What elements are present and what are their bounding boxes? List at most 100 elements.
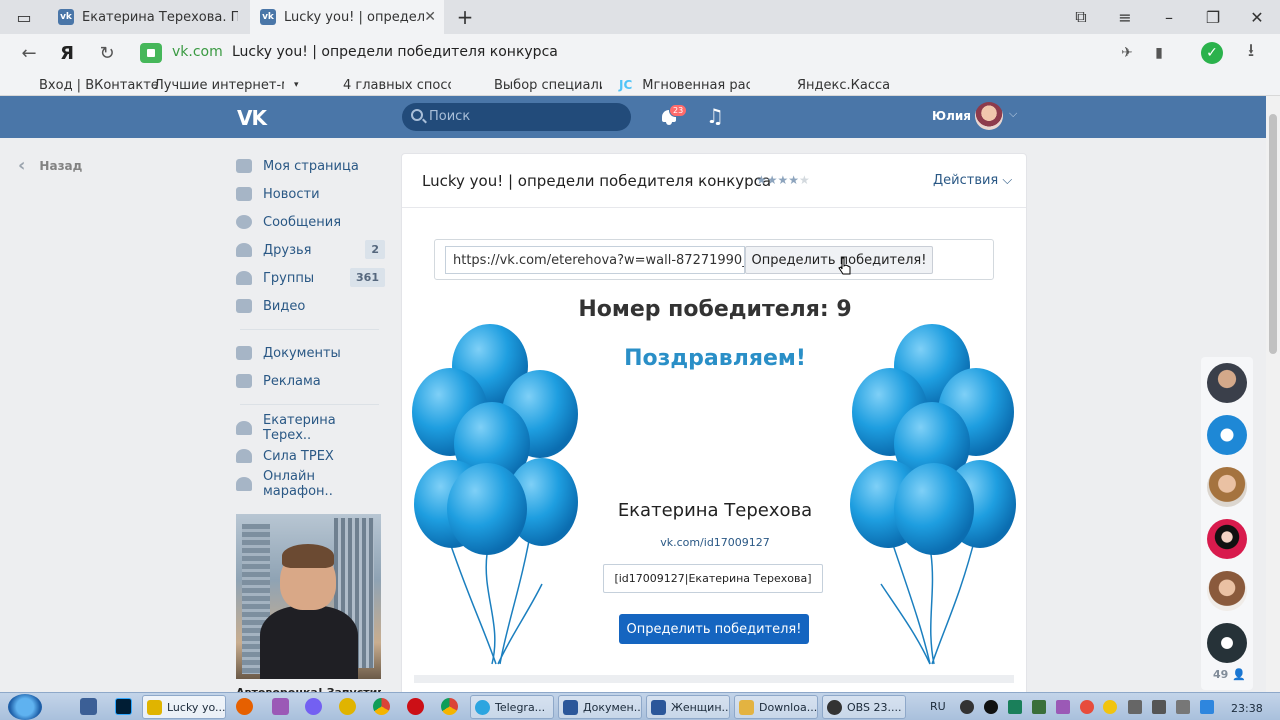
bookmark-vk-login[interactable]: Вход | ВКонтакте (13, 76, 159, 94)
chrome-icon[interactable] (441, 698, 458, 715)
yandex-icon[interactable] (339, 698, 356, 715)
vk-icon (13, 78, 27, 92)
dock-avatar[interactable] (1207, 623, 1247, 663)
network-icon[interactable] (1176, 700, 1190, 714)
clock[interactable]: 23:38 (1231, 702, 1263, 715)
turbo-icon[interactable]: ✈ (1116, 42, 1138, 64)
bookmarks-bar: Вход | ВКонтакте Лучшие интернет-мага▾ 4… (0, 72, 1280, 96)
menu-item-ads[interactable]: Реклама (232, 367, 387, 395)
dock-avatar[interactable] (1207, 467, 1247, 507)
minimize-icon[interactable]: – (1158, 6, 1180, 28)
taskbar-window-documents[interactable]: Докумен... (558, 695, 642, 719)
new-tab-icon[interactable]: + (454, 5, 476, 29)
menu-item-community-2[interactable]: Сила ТРЕХ (232, 442, 387, 470)
taskbar-window-women[interactable]: Женщин... (646, 695, 730, 719)
taskbar-window-telegram[interactable]: Telegra... (470, 695, 554, 719)
tray-icon[interactable] (984, 700, 998, 714)
taskbar-window-downloads[interactable]: Downloa... (734, 695, 818, 719)
restore-icon[interactable]: ❐ (1202, 6, 1224, 28)
lock-icon[interactable] (140, 43, 162, 63)
scrollbar-thumb[interactable] (1269, 114, 1277, 354)
protect-check-icon[interactable]: ✓ (1201, 42, 1223, 64)
photoshop-icon[interactable] (115, 698, 132, 715)
back-label: Назад (39, 158, 83, 173)
user-name[interactable]: Юлия (932, 109, 971, 123)
vk-favicon-icon: vk (58, 9, 74, 25)
menu-item-messages[interactable]: Сообщения (232, 208, 387, 236)
start-button[interactable] (8, 694, 42, 720)
close-window-icon[interactable]: ✕ (1246, 6, 1268, 28)
menu-icon[interactable]: ≡ (1114, 6, 1136, 28)
dock-avatar[interactable] (1207, 363, 1247, 403)
dock-avatar[interactable] (1207, 415, 1247, 455)
winner-mention-field[interactable]: [id17009127|Екатерина Терехова] (603, 564, 823, 593)
messages-icon (236, 215, 252, 229)
flag-icon[interactable] (1152, 700, 1166, 714)
bookmark-icon[interactable]: ▮ (1148, 42, 1170, 64)
vk-logo[interactable]: VK (237, 106, 267, 130)
music-icon[interactable]: ♫ (706, 104, 724, 128)
chevron-down-icon[interactable]: ⌵ (1009, 107, 1017, 121)
url-domain[interactable]: vk.com (172, 44, 223, 60)
post-url-input[interactable]: https://vk.com/eterehova?w=wall-87271990… (445, 246, 745, 274)
tray-icon[interactable] (1008, 700, 1022, 714)
language-indicator[interactable]: RU (930, 700, 946, 713)
menu-item-video[interactable]: Видео (232, 292, 387, 320)
actions-dropdown[interactable]: Действия ⌵ (933, 173, 1012, 188)
save-icon[interactable] (80, 698, 97, 715)
tab-lucky-you[interactable]: vk Lucky you! | определи победителя конк… (250, 0, 444, 34)
reload-icon[interactable]: ↻ (96, 42, 118, 64)
opera-icon[interactable] (407, 698, 424, 715)
collections-icon[interactable]: ⧉ (1070, 6, 1092, 28)
menu-item-my-page[interactable]: Моя страница (232, 152, 387, 180)
tray-icon[interactable] (960, 700, 974, 714)
viber-icon[interactable] (305, 698, 322, 715)
menu-item-groups[interactable]: Группы 361 (232, 264, 387, 292)
back-link[interactable]: ‹ Назад (18, 155, 82, 176)
page-scrollbar[interactable] (1266, 96, 1280, 692)
taskbar-window-yandex[interactable]: Lucky yo... (142, 695, 226, 719)
downloads-icon[interactable]: ⭳ (1240, 40, 1262, 64)
yandex-logo-icon[interactable]: Я (56, 42, 78, 64)
promo-image[interactable] (236, 514, 381, 679)
pick-winner-blue-button[interactable]: Определить победителя! (619, 614, 809, 644)
menu-item-community-1[interactable]: Екатерина Терех.. (232, 413, 387, 443)
search-input[interactable]: Поиск (402, 103, 631, 131)
bookmark-instant-mailing[interactable]: JCМгновенная рассылка (619, 76, 750, 94)
chrome-icon[interactable] (373, 698, 390, 715)
telegram-icon (475, 700, 490, 715)
tray-icon[interactable] (1128, 700, 1142, 714)
volume-icon[interactable] (1200, 700, 1214, 714)
url-page-title[interactable]: Lucky you! | определи победителя конкурс… (232, 44, 558, 60)
menu-item-news[interactable]: Новости (232, 180, 387, 208)
back-arrow-icon[interactable]: ← (18, 42, 40, 64)
tab-ekaterina[interactable]: vk Екатерина Терехова. Путь (48, 0, 248, 34)
menu-item-friends[interactable]: Друзья 2 (232, 236, 387, 264)
bookmark-best-shops[interactable]: Лучшие интернет-мага▾ (154, 76, 299, 94)
tray-icon[interactable] (1032, 700, 1046, 714)
firefox-icon[interactable] (236, 698, 253, 715)
bookmark-4-ways[interactable]: 4 главных способа (317, 76, 451, 94)
sidebar-toggle-icon[interactable]: ▭ (13, 6, 35, 28)
tray-icon[interactable] (1080, 700, 1094, 714)
dock-avatar[interactable] (1207, 571, 1247, 611)
avatar[interactable] (975, 102, 1003, 130)
winner-number: Номер победителя: 9 (578, 297, 852, 322)
menu-item-community-3[interactable]: Онлайн марафон.. (232, 469, 387, 499)
folder-icon (739, 700, 754, 715)
hand-cursor-icon (838, 257, 851, 275)
balloons-left-image (412, 324, 578, 665)
menu-item-documents[interactable]: Документы (232, 339, 387, 367)
pen-icon[interactable] (272, 698, 289, 715)
community-icon (236, 421, 252, 435)
balloons-right-image (850, 324, 1016, 665)
bookmark-choose-specialist[interactable]: Выбор специалиста (468, 76, 602, 94)
tray-icon[interactable] (1056, 700, 1070, 714)
tray-icon[interactable] (1103, 700, 1117, 714)
winner-profile-link[interactable]: vk.com/id17009127 (402, 536, 1026, 549)
dock-avatar[interactable] (1207, 519, 1247, 559)
close-tab-icon[interactable]: ✕ (424, 9, 436, 25)
bookmark-yandex-kassa[interactable]: Яндекс.Касса (771, 76, 890, 94)
app-header: Lucky you! | определи победителя конкурс… (402, 154, 1026, 208)
taskbar-window-obs[interactable]: OBS 23.... (822, 695, 906, 719)
